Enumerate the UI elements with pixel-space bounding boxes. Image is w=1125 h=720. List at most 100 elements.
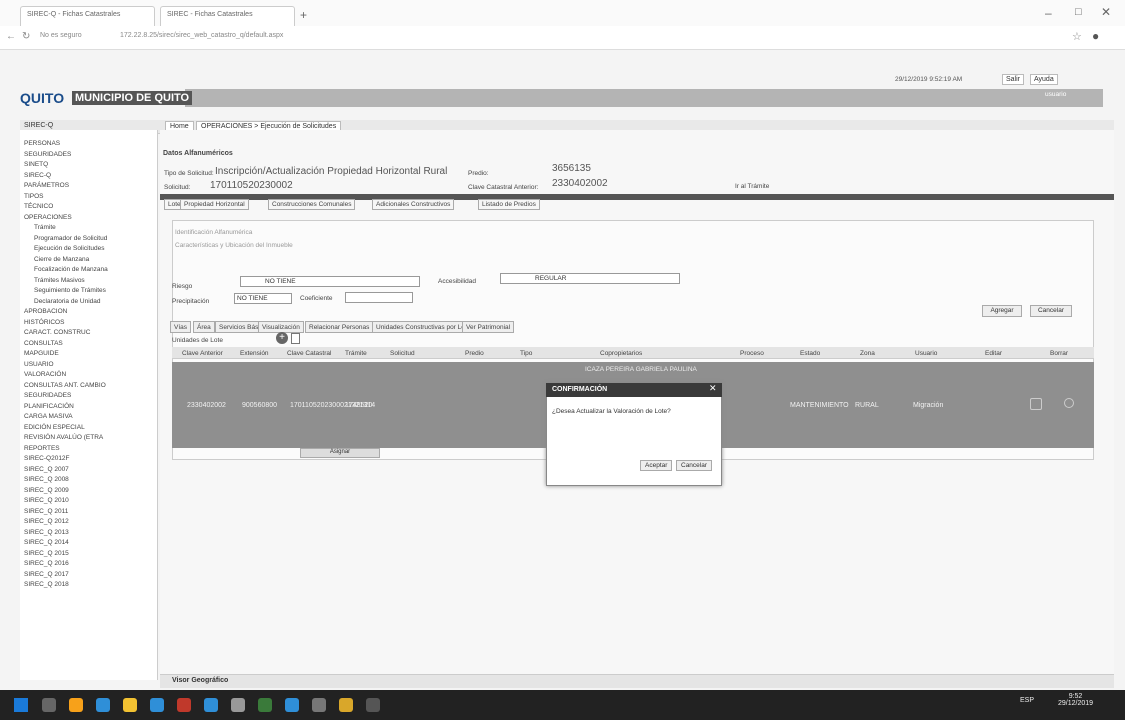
sidebar-item[interactable]: Focalización de Manzana bbox=[34, 266, 108, 273]
reload-icon[interactable]: ↻ bbox=[22, 31, 30, 42]
sidebar-item[interactable]: SINETQ bbox=[24, 161, 48, 168]
sidebar-item[interactable]: VALORACIÓN bbox=[24, 371, 66, 378]
sidebar-item[interactable]: SEGURIDADES bbox=[24, 392, 71, 399]
taskbar-app-icon[interactable] bbox=[339, 698, 353, 712]
sidebar-item[interactable]: SIREC_Q 2009 bbox=[24, 487, 69, 494]
sidebar-item[interactable]: MAPGUIDE bbox=[24, 350, 59, 357]
sidebar-item[interactable]: CARACT. CONSTRUC bbox=[24, 329, 90, 336]
column-header[interactable]: Extensión bbox=[240, 350, 269, 357]
sidebar-item[interactable]: PERSONAS bbox=[24, 140, 60, 147]
minimize-icon[interactable]: – bbox=[1045, 6, 1052, 20]
browser-tab-1[interactable]: SIREC-Q - Fichas Catastrales bbox=[20, 6, 155, 26]
url-text[interactable]: 172.22.8.25/sirec/sirec_web_catastro_q/d… bbox=[120, 32, 283, 39]
ir-tramite-link[interactable]: Ir al Trámite bbox=[735, 183, 769, 190]
new-tab-icon[interactable]: + bbox=[300, 8, 307, 22]
browser-tab-2[interactable]: SIREC - Fichas Catastrales bbox=[160, 6, 295, 26]
agregar-button[interactable]: Agregar bbox=[982, 305, 1022, 317]
salir-button[interactable]: Salir bbox=[1002, 74, 1025, 85]
column-header[interactable]: Proceso bbox=[740, 350, 764, 357]
edit-icon[interactable] bbox=[1030, 398, 1042, 410]
accesibilidad-field[interactable]: REGULAR bbox=[500, 273, 680, 284]
taskbar-app-icon[interactable] bbox=[96, 698, 110, 712]
taskbar-app-icon[interactable] bbox=[312, 698, 326, 712]
sidebar-item[interactable]: PARÁMETROS bbox=[24, 182, 69, 189]
precipitacion-field[interactable]: NO TIENE bbox=[234, 293, 292, 304]
tab-construcciones-comunales[interactable]: Construcciones Comunales bbox=[268, 199, 356, 210]
ayuda-button[interactable]: Ayuda bbox=[1030, 74, 1058, 85]
sidebar-item[interactable]: CARGA MASIVA bbox=[24, 413, 73, 420]
add-icon[interactable]: + bbox=[276, 332, 288, 344]
column-header[interactable]: Estado bbox=[800, 350, 820, 357]
subtab-area[interactable]: Área bbox=[193, 321, 215, 333]
sidebar-item[interactable]: Trámite bbox=[34, 224, 56, 231]
sidebar-item[interactable]: Programador de Solicitud bbox=[34, 235, 107, 242]
riesgo-field[interactable]: NO TIENE bbox=[240, 276, 420, 287]
delete-icon[interactable] bbox=[1064, 398, 1074, 408]
windows-start-icon[interactable] bbox=[14, 698, 28, 712]
taskbar-app-icon[interactable] bbox=[258, 698, 272, 712]
tab-propiedad-horizontal[interactable]: Propiedad Horizontal bbox=[180, 199, 249, 210]
sidebar-item[interactable]: REVISIÓN AVALÚO (ETRA bbox=[24, 434, 103, 441]
sidebar-item[interactable]: REPORTES bbox=[24, 445, 60, 452]
taskbar-app-icon[interactable] bbox=[150, 698, 164, 712]
sidebar-item[interactable]: SEGURIDADES bbox=[24, 151, 71, 158]
document-icon[interactable] bbox=[291, 333, 300, 344]
sidebar-item[interactable]: EDICIÓN ESPECIAL bbox=[24, 424, 85, 431]
column-header[interactable]: Borrar bbox=[1050, 350, 1068, 357]
column-header[interactable]: Predio bbox=[465, 350, 484, 357]
sidebar-item[interactable]: SIREC_Q 2017 bbox=[24, 571, 69, 578]
sidebar-item[interactable]: USUARIO bbox=[24, 361, 54, 368]
profile-icon[interactable]: ● bbox=[1092, 29, 1099, 43]
sidebar-item[interactable]: SIREC_Q 2011 bbox=[24, 508, 68, 515]
sidebar-item[interactable]: OPERACIONES bbox=[24, 214, 72, 221]
taskbar-app-icon[interactable] bbox=[285, 698, 299, 712]
column-header[interactable]: Usuario bbox=[915, 350, 937, 357]
sidebar-item[interactable]: SIREC_Q 2018 bbox=[24, 581, 69, 588]
sidebar-item[interactable]: SIREC_Q 2010 bbox=[24, 497, 69, 504]
column-header[interactable]: Tipo bbox=[520, 350, 532, 357]
sidebar-item[interactable]: SIREC_Q 2012 bbox=[24, 518, 69, 525]
taskbar-app-icon[interactable] bbox=[69, 698, 83, 712]
column-header[interactable]: Trámite bbox=[345, 350, 367, 357]
subtab-relacionar[interactable]: Relacionar Personas bbox=[305, 321, 374, 333]
sidebar-item[interactable]: TÉCNICO bbox=[24, 203, 53, 210]
subtab-vias[interactable]: Vías bbox=[170, 321, 192, 333]
maximize-icon[interactable]: □ bbox=[1075, 6, 1082, 18]
close-icon[interactable]: ✕ bbox=[1101, 5, 1111, 19]
taskbar-app-icon[interactable] bbox=[42, 698, 56, 712]
sidebar-item[interactable]: SIREC_Q 2015 bbox=[24, 550, 69, 557]
sidebar-item[interactable]: APROBACION bbox=[24, 308, 67, 315]
asignar-button[interactable]: Asignar bbox=[300, 448, 380, 458]
sidebar-item[interactable]: Ejecución de Solicitudes bbox=[34, 245, 104, 252]
column-header[interactable]: Copropietarios bbox=[600, 350, 642, 357]
address-bar[interactable]: ← ↻ No es seguro 172.22.8.25/sirec/sirec… bbox=[0, 26, 1125, 50]
viewer-title[interactable]: Visor Geográfico bbox=[172, 677, 228, 684]
column-header[interactable]: Clave Anterior bbox=[182, 350, 223, 357]
taskbar-app-icon[interactable] bbox=[231, 698, 245, 712]
sidebar-item[interactable]: Seguimiento de Trámites bbox=[34, 287, 106, 294]
subtab-patrimonial[interactable]: Ver Patrimonial bbox=[462, 321, 515, 333]
column-header[interactable]: Editar bbox=[985, 350, 1002, 357]
sidebar-item[interactable]: SIREC_Q 2007 bbox=[24, 466, 69, 473]
taskbar-app-icon[interactable] bbox=[177, 698, 191, 712]
sidebar-item[interactable]: CONSULTAS bbox=[24, 340, 63, 347]
sidebar-item[interactable]: SIREC_Q 2008 bbox=[24, 476, 69, 483]
star-icon[interactable]: ☆ bbox=[1072, 30, 1082, 43]
tab-adicionales-constructivos[interactable]: Adicionales Constructivos bbox=[372, 199, 455, 210]
dialog-cancel-button[interactable]: Cancelar bbox=[676, 460, 713, 471]
taskbar-app-icon[interactable] bbox=[204, 698, 218, 712]
sidebar-item[interactable]: CONSULTAS ANT. CAMBIO bbox=[24, 382, 106, 389]
sidebar-item[interactable]: TIPOS bbox=[24, 193, 44, 200]
subtab-unidades[interactable]: Unidades Constructivas por Lote bbox=[372, 321, 475, 333]
sidebar-item[interactable]: HISTÓRICOS bbox=[24, 319, 64, 326]
column-header[interactable]: Clave Catastral bbox=[287, 350, 331, 357]
sidebar-item[interactable]: SIREC-Q2012F bbox=[24, 455, 70, 462]
coeficiente-field[interactable] bbox=[345, 292, 413, 303]
taskbar-app-icon[interactable] bbox=[123, 698, 137, 712]
sidebar-item[interactable]: SIREC_Q 2013 bbox=[24, 529, 69, 536]
column-header[interactable]: Solicitud bbox=[390, 350, 415, 357]
sidebar-item[interactable]: PLANIFICACIÓN bbox=[24, 403, 74, 410]
sidebar-item[interactable]: Trámites Masivos bbox=[34, 277, 85, 284]
sidebar-item[interactable]: Declaratoria de Unidad bbox=[34, 298, 100, 305]
cancelar-button[interactable]: Cancelar bbox=[1030, 305, 1072, 317]
